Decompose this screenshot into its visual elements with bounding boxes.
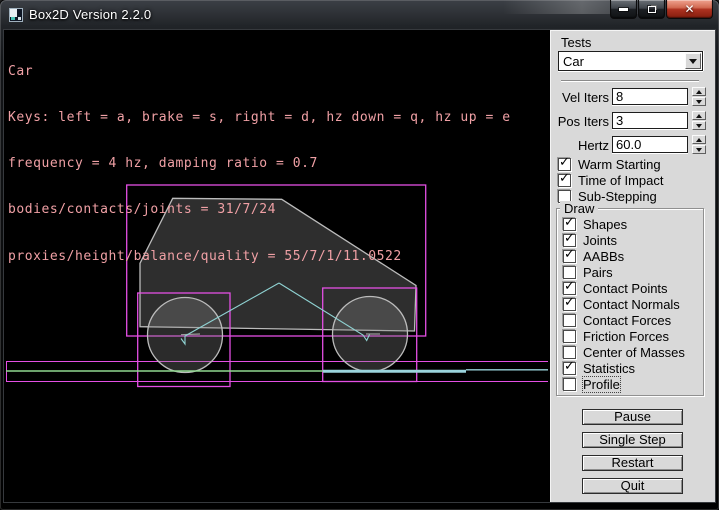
checkbox-icon: ✓ bbox=[563, 234, 576, 247]
hertz-spinner bbox=[692, 135, 706, 154]
checkbox-statistics[interactable]: ✓ Statistics bbox=[563, 361, 635, 375]
checkbox-time-of-impact[interactable]: ✓ Time of Impact bbox=[558, 173, 663, 187]
wheel-axis-left bbox=[181, 334, 200, 335]
vel-iters-spinner bbox=[692, 87, 706, 106]
restore-icon bbox=[648, 6, 656, 13]
tests-dropdown-value: Car bbox=[559, 54, 685, 69]
vel-iters-input[interactable] bbox=[612, 88, 688, 105]
checkbox-icon bbox=[563, 330, 576, 343]
hertz-label: Hertz bbox=[551, 138, 609, 153]
checkbox-shapes[interactable]: ✓ Shapes bbox=[563, 217, 627, 231]
checkbox-profile[interactable]: Profile bbox=[563, 377, 620, 391]
pos-iters-spinner bbox=[692, 111, 706, 130]
checkbox-pairs[interactable]: Pairs bbox=[563, 265, 613, 279]
restart-button[interactable]: Restart bbox=[582, 455, 683, 471]
minimize-icon bbox=[619, 8, 628, 11]
app-icon[interactable] bbox=[9, 8, 23, 22]
checkbox-friction-forces[interactable]: Friction Forces bbox=[563, 329, 669, 343]
control-panel: Tests Car Vel Iters Pos Iters Hert bbox=[550, 30, 715, 502]
checkbox-contact-normals[interactable]: ✓ Contact Normals bbox=[563, 297, 680, 311]
arrow-up-icon bbox=[696, 138, 702, 142]
spinner-up-button[interactable] bbox=[692, 135, 706, 144]
checkbox-icon bbox=[563, 346, 576, 359]
spinner-up-button[interactable] bbox=[692, 87, 706, 96]
separator bbox=[561, 80, 699, 82]
checkbox-icon: ✓ bbox=[563, 282, 576, 295]
hertz-input[interactable] bbox=[612, 136, 688, 153]
pos-iters-label: Pos Iters bbox=[551, 114, 609, 129]
arrow-up-icon bbox=[696, 114, 702, 118]
checkbox-icon bbox=[563, 314, 576, 327]
vel-iters-label: Vel Iters bbox=[551, 90, 609, 105]
debug-line-title: Car bbox=[8, 64, 511, 79]
pause-button[interactable]: Pause bbox=[582, 409, 683, 425]
tests-dropdown[interactable]: Car bbox=[558, 51, 703, 71]
debug-line-counts: bodies/contacts/joints = 31/7/24 bbox=[8, 202, 511, 217]
title-bar[interactable]: Box2D Version 2.2.0 ✕ bbox=[0, 0, 719, 30]
single-step-button[interactable]: Single Step bbox=[582, 432, 683, 448]
checkbox-center-of-masses[interactable]: Center of Masses bbox=[563, 345, 685, 359]
checkbox-icon bbox=[563, 378, 576, 391]
checkbox-icon: ✓ bbox=[558, 174, 571, 187]
arrow-down-icon bbox=[696, 124, 702, 128]
debug-line-keys: Keys: left = a, brake = s, right = d, hz… bbox=[8, 110, 511, 125]
checkbox-icon: ✓ bbox=[563, 362, 576, 375]
arrow-up-icon bbox=[696, 90, 702, 94]
checkbox-icon bbox=[563, 266, 576, 279]
arrow-down-icon bbox=[696, 100, 702, 104]
debug-line-frequency: frequency = 4 hz, damping ratio = 0.7 bbox=[8, 156, 511, 171]
spinner-down-button[interactable] bbox=[692, 121, 706, 130]
checkbox-warm-starting[interactable]: ✓ Warm Starting bbox=[558, 157, 661, 171]
checkbox-aabbs[interactable]: ✓ AABBs bbox=[563, 249, 624, 263]
pos-iters-input[interactable] bbox=[612, 112, 688, 129]
quit-button[interactable]: Quit bbox=[582, 478, 683, 494]
checkbox-icon: ✓ bbox=[563, 250, 576, 263]
debug-line-quality: proxies/height/balance/quality = 55/7/1/… bbox=[8, 249, 511, 264]
tests-label: Tests bbox=[561, 35, 591, 50]
minimize-button[interactable] bbox=[610, 0, 637, 19]
checkbox-contact-forces[interactable]: Contact Forces bbox=[563, 313, 671, 327]
arrow-down-icon bbox=[696, 148, 702, 152]
window-title: Box2D Version 2.2.0 bbox=[29, 7, 151, 22]
maximize-button[interactable] bbox=[638, 0, 665, 19]
spinner-down-button[interactable] bbox=[692, 97, 706, 106]
checkbox-joints[interactable]: ✓ Joints bbox=[563, 233, 617, 247]
spinner-up-button[interactable] bbox=[692, 111, 706, 120]
close-icon: ✕ bbox=[684, 3, 694, 15]
debug-text-overlay: Car Keys: left = a, brake = s, right = d… bbox=[8, 33, 511, 295]
close-button[interactable]: ✕ bbox=[666, 0, 713, 19]
checkbox-icon: ✓ bbox=[563, 298, 576, 311]
checkbox-icon: ✓ bbox=[558, 158, 571, 171]
chevron-down-icon bbox=[689, 59, 697, 64]
draw-group-label: Draw bbox=[560, 201, 598, 216]
app-window: Box2D Version 2.2.0 ✕ bbox=[0, 0, 719, 510]
spinner-down-button[interactable] bbox=[692, 145, 706, 154]
checkbox-contact-points[interactable]: ✓ Contact Points bbox=[563, 281, 668, 295]
checkbox-icon: ✓ bbox=[563, 218, 576, 231]
dropdown-arrow-button[interactable] bbox=[685, 53, 701, 69]
gl-viewport[interactable]: Car Keys: left = a, brake = s, right = d… bbox=[4, 30, 550, 502]
